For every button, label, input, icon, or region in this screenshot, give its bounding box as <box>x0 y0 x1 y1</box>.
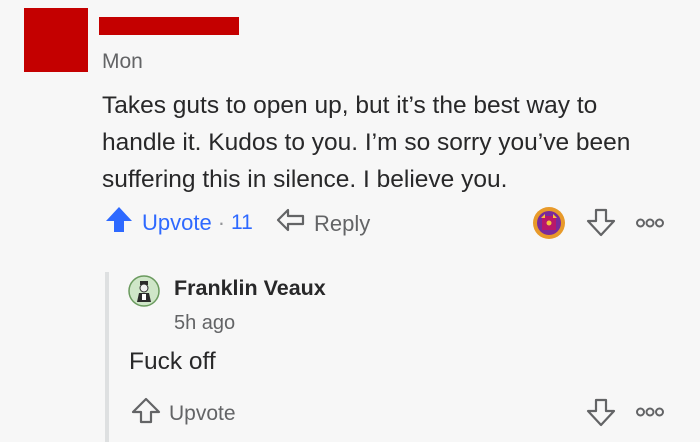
redacted-avatar[interactable] <box>24 8 88 72</box>
thread-indent-line <box>105 272 109 442</box>
upvote-arrow-icon <box>104 205 134 240</box>
reply-label: Reply <box>314 210 371 236</box>
reply-timestamp: 5h ago <box>174 312 236 334</box>
upvote-button[interactable]: Upvote · 11 <box>104 205 253 240</box>
comment-body: Takes guts to open up, but it’s the best… <box>102 92 631 193</box>
reply-author-avatar[interactable] <box>128 275 160 307</box>
reply-upvote-button[interactable]: Upvote <box>131 397 236 430</box>
reply-author-name[interactable]: Franklin Veaux <box>174 276 326 301</box>
reply-more-options-button[interactable] <box>636 405 664 423</box>
redacted-author-name[interactable] <box>99 17 239 35</box>
reply-arrow-icon <box>276 207 306 240</box>
downvote-button[interactable] <box>586 207 616 242</box>
separator-dot: · <box>217 209 226 235</box>
reply-button[interactable]: Reply <box>276 207 370 240</box>
more-options-button[interactable] <box>636 216 664 234</box>
downvote-arrow-icon <box>586 207 616 242</box>
award-icon[interactable] <box>532 206 566 240</box>
upvote-outline-icon <box>131 397 161 430</box>
downvote-arrow-icon <box>586 397 616 432</box>
reply-downvote-button[interactable] <box>586 397 616 432</box>
upvote-label: Upvote <box>142 209 212 235</box>
upvote-count: 11 <box>231 210 253 234</box>
comment-timestamp: Mon <box>102 50 143 73</box>
reply-body: Fuck off <box>129 348 216 375</box>
more-options-icon <box>636 405 664 423</box>
reply-upvote-label: Upvote <box>169 401 236 425</box>
more-options-icon <box>636 216 664 234</box>
